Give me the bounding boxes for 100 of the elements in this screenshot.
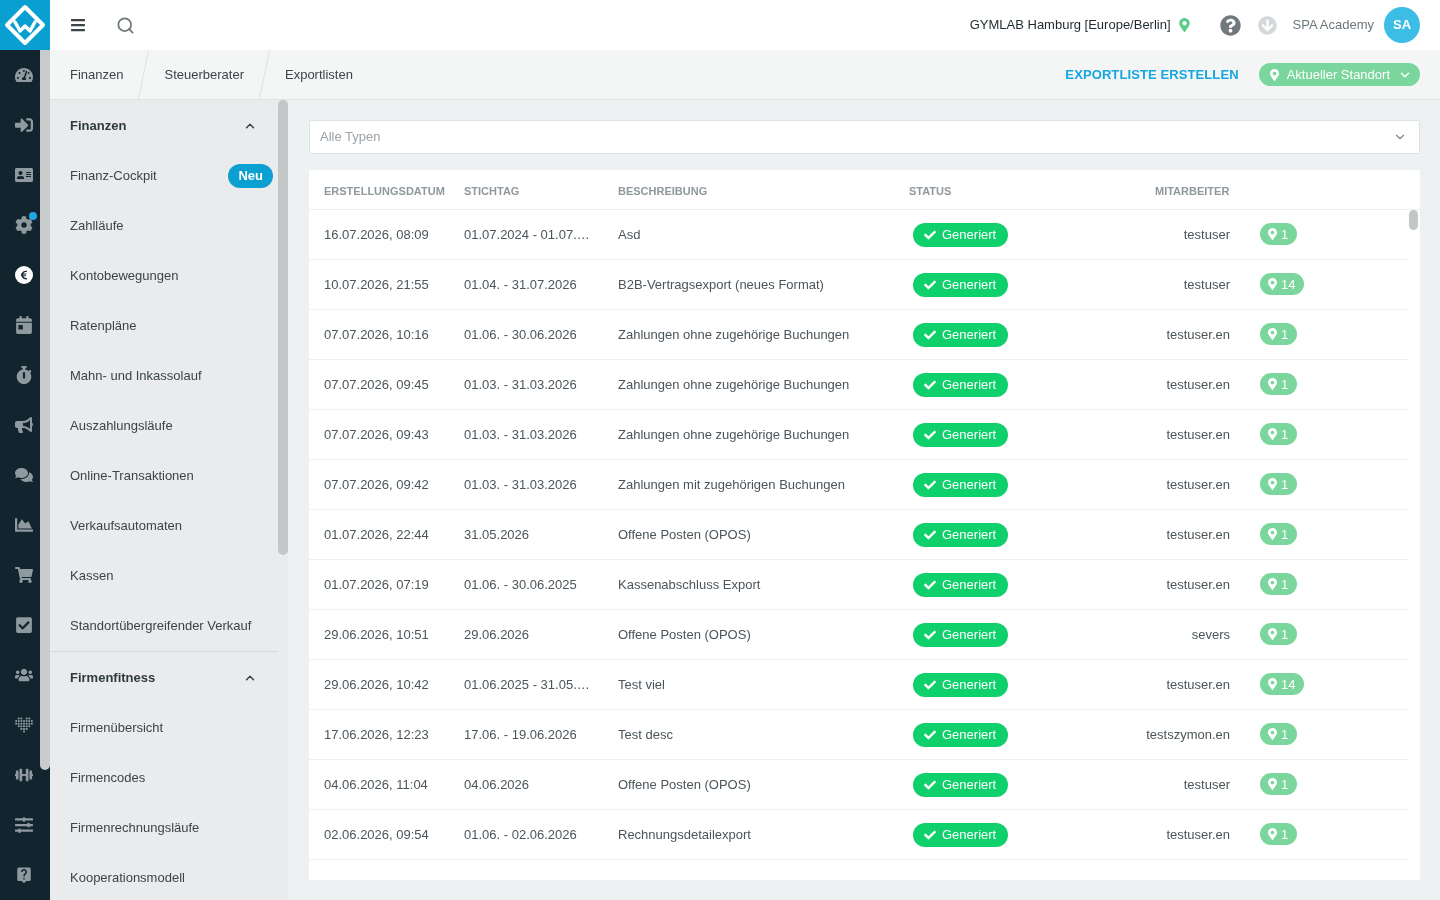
- sidebar-item[interactable]: Ratenpläne: [50, 301, 278, 351]
- contact-card-icon[interactable]: [15, 166, 33, 184]
- status-text: Generiert: [942, 325, 997, 344]
- logo[interactable]: [0, 0, 50, 50]
- location-selector[interactable]: GYMLAB Hamburg [Europe/Berlin]: [969, 15, 1171, 35]
- breadcrumb-item[interactable]: Finanzen: [50, 64, 144, 85]
- table-cell-text: Offene Posten (OPOS): [618, 775, 752, 794]
- location-count: 1: [1281, 475, 1289, 494]
- dotted-heart-icon[interactable]: [15, 716, 33, 734]
- location-count: 14: [1281, 675, 1296, 694]
- section-header[interactable]: Finanzen: [50, 100, 278, 151]
- location-pin-icon: [1268, 578, 1277, 591]
- stopwatch-icon[interactable]: [15, 366, 33, 384]
- table-cell-text: 01.03. - 31.03.2026: [464, 475, 578, 494]
- check-icon: [924, 328, 936, 341]
- menu-icon[interactable]: [70, 17, 86, 33]
- sidebar-item[interactable]: Online-Transaktionen: [50, 451, 278, 501]
- status-text: Generiert: [942, 825, 997, 844]
- status-text: Generiert: [942, 225, 997, 244]
- table-cell-text: 01.06. - 30.06.2026: [464, 325, 578, 344]
- sidebar-item[interactable]: Firmenübersicht: [50, 703, 278, 753]
- user-name[interactable]: SPA Academy: [1292, 15, 1374, 35]
- breadcrumb-item: Exportlisten: [284, 65, 354, 84]
- table-cell-text: testuser: [1182, 225, 1230, 244]
- table-cell-text: 07.07.2026, 10:16: [323, 325, 430, 344]
- check-icon: [924, 778, 936, 791]
- column-header: BESCHREIBUNG: [618, 184, 708, 197]
- sidebar-item[interactable]: Firmenrechnungsläufe: [50, 803, 278, 853]
- location-pin-icon: [1269, 68, 1279, 81]
- check-icon: [924, 228, 936, 241]
- column-header: STICHTAG: [464, 184, 520, 197]
- table-cell-text: 01.06. - 02.06.2026: [464, 825, 578, 844]
- sidebar-item[interactable]: Firmencodes: [50, 753, 278, 803]
- sidebar-item[interactable]: Kassen: [50, 551, 278, 601]
- scrollbar[interactable]: [278, 100, 288, 555]
- calendar-icon[interactable]: [15, 316, 33, 334]
- table-cell-text: 29.06.2026, 10:51: [323, 625, 430, 644]
- table-cell-text: 07.07.2026, 09:42: [323, 475, 430, 494]
- breadcrumb-item[interactable]: Steuerberater: [144, 64, 264, 85]
- table-cell-text: testszymon.en: [1145, 725, 1230, 744]
- table-cell-text: 16.07.2026, 08:09: [323, 225, 430, 244]
- scrollbar[interactable]: [1409, 210, 1418, 230]
- dumbbell-icon[interactable]: [15, 766, 33, 784]
- sidebar-item[interactable]: Finanz-Cockpit Neu: [50, 151, 278, 201]
- help-icon[interactable]: [1219, 14, 1241, 36]
- location-pin-icon: [1268, 678, 1277, 691]
- sliders-icon[interactable]: [15, 816, 33, 834]
- table-cell-text: Asd: [618, 225, 642, 244]
- euro-coin-icon[interactable]: [15, 266, 33, 284]
- gauge-icon[interactable]: [15, 66, 33, 84]
- location-count: 1: [1281, 825, 1289, 844]
- sidebar-item[interactable]: Verkaufsautomaten: [50, 501, 278, 551]
- location-count: 14: [1281, 275, 1296, 294]
- location-pin-icon: [1268, 528, 1277, 541]
- table-cell-text: testuser.en: [1165, 425, 1230, 444]
- sidebar-item[interactable]: Auszahlungsläufe: [50, 401, 278, 451]
- sidebar-item[interactable]: Zahlläufe: [50, 201, 278, 251]
- status-text: Generiert: [942, 525, 997, 544]
- location-count: 1: [1281, 725, 1289, 744]
- cart-icon[interactable]: [15, 566, 33, 584]
- table-cell-text: testuser: [1182, 775, 1230, 794]
- table-cell-text: 01.07.2026, 07:19: [323, 575, 430, 594]
- status-text: Generiert: [942, 725, 997, 744]
- table-cell-text: testuser.en: [1165, 575, 1230, 594]
- location-count: 1: [1281, 425, 1289, 444]
- scrollbar[interactable]: [40, 50, 50, 770]
- table-cell-text: testuser.en: [1165, 325, 1230, 344]
- location-pin-icon: [1268, 778, 1277, 791]
- section-header[interactable]: Firmenfitness: [50, 652, 278, 703]
- help-bubble-icon[interactable]: [15, 866, 33, 884]
- table-cell-text: 07.07.2026, 09:45: [323, 375, 430, 394]
- search-icon[interactable]: [116, 15, 135, 35]
- table-cell-text: 04.06.2026: [464, 775, 531, 794]
- check-icon: [924, 628, 936, 641]
- table-cell-text: severs: [1190, 625, 1230, 644]
- table-cell-text: testuser.en: [1165, 675, 1230, 694]
- sidebar-item[interactable]: Kooperationsmodell: [50, 853, 278, 900]
- table-cell-text: 01.03. - 31.03.2026: [464, 425, 578, 444]
- location-count: 1: [1281, 325, 1289, 344]
- status-text: Generiert: [942, 675, 997, 694]
- sidebar-item[interactable]: Kontobewegungen: [50, 251, 278, 301]
- users-icon[interactable]: [15, 666, 33, 684]
- location-count: 1: [1281, 575, 1289, 594]
- location-pin-icon: [1268, 278, 1277, 291]
- gear-icon[interactable]: [15, 216, 33, 234]
- area-chart-icon[interactable]: [15, 516, 33, 534]
- table-cell-text: 01.04. - 31.07.2026: [464, 275, 578, 294]
- new-badge: Neu: [228, 164, 273, 188]
- sign-in-icon[interactable]: [15, 116, 33, 134]
- chat-bubbles-icon[interactable]: [15, 466, 33, 484]
- column-header: ERSTELLUNGSDATUM: [324, 184, 445, 197]
- megaphone-icon[interactable]: [15, 416, 33, 434]
- location-pin-icon: [1268, 328, 1277, 341]
- location-pin-icon: [1268, 378, 1277, 391]
- table-cell-text: Rechnungsdetailexport: [618, 825, 752, 844]
- table-cell-text: 29.06.2026, 10:42: [323, 675, 430, 694]
- sidebar-item[interactable]: Standortübergreifender Verkauf: [50, 601, 278, 651]
- table-cell-text: 04.06.2026, 11:04: [323, 775, 429, 794]
- sidebar-item[interactable]: Mahn- und Inkassolauf: [50, 351, 278, 401]
- location-pin-icon: [1268, 628, 1277, 641]
